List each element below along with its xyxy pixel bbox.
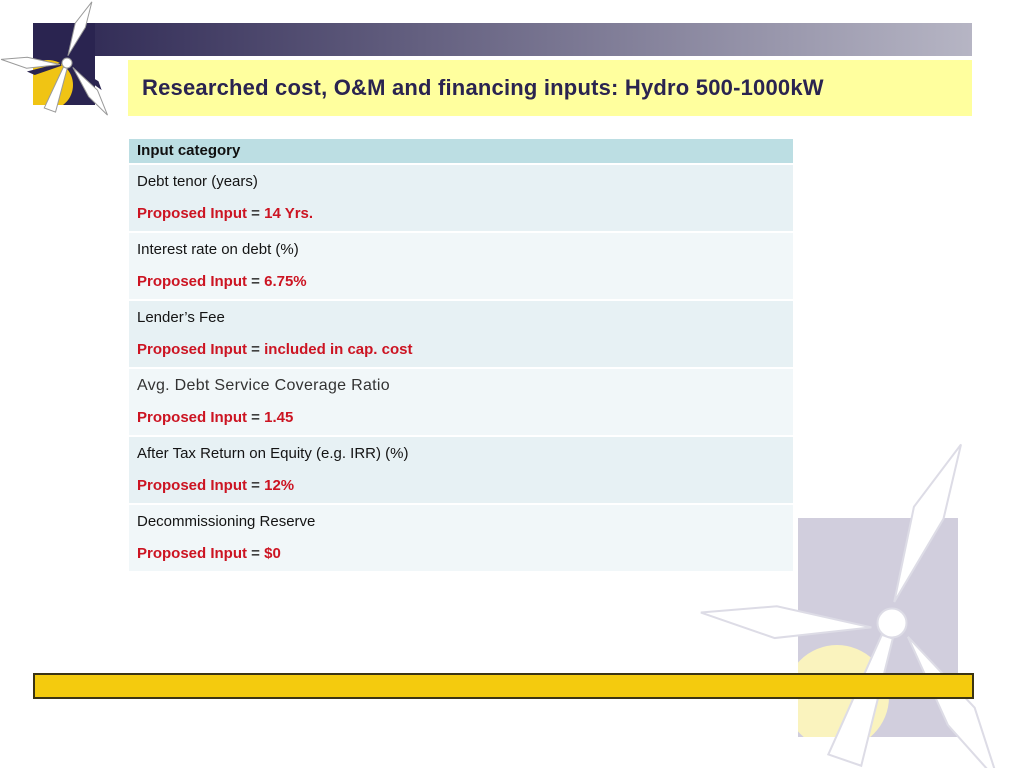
proposed-equals: = — [247, 409, 265, 426]
table-row: After Tax Return on Equity (e.g. IRR) (%… — [129, 437, 793, 503]
proposed-value: included in cap. cost — [264, 341, 413, 358]
row-category: Debt tenor (years) — [137, 173, 258, 190]
proposed-equals: = — [247, 273, 265, 290]
slide-title: Researched cost, O&M and financing input… — [142, 75, 824, 100]
row-proposed-input: Proposed Input = 6.75% — [137, 273, 783, 290]
table-header: Input category — [129, 139, 793, 163]
row-proposed-input: Proposed Input = included in cap. cost — [137, 341, 783, 358]
proposed-label: Proposed Input — [137, 273, 247, 290]
table-row: Interest rate on debt (%) Proposed Input… — [129, 233, 793, 299]
proposed-label: Proposed Input — [137, 477, 247, 494]
proposed-label: Proposed Input — [137, 205, 247, 222]
slide: Researched cost, O&M and financing input… — [0, 0, 1024, 768]
proposed-label: Proposed Input — [137, 341, 247, 358]
top-gradient-bar — [33, 23, 972, 56]
bottom-gold-bar — [33, 673, 974, 699]
row-proposed-input: Proposed Input = 1.45 — [137, 409, 783, 426]
row-category: Interest rate on debt (%) — [137, 241, 299, 258]
proposed-label: Proposed Input — [137, 545, 247, 562]
proposed-equals: = — [247, 341, 265, 358]
table-row: Debt tenor (years) Proposed Input = 14 Y… — [129, 165, 793, 231]
proposed-value: 12% — [264, 477, 295, 494]
table-row: Lender’s Fee Proposed Input = included i… — [129, 301, 793, 367]
row-category: After Tax Return on Equity (e.g. IRR) (%… — [137, 445, 409, 462]
proposed-equals: = — [247, 545, 265, 562]
proposed-value: 6.75% — [264, 273, 307, 290]
table-row: Decommissioning Reserve Proposed Input =… — [129, 505, 793, 571]
input-table: Input category Debt tenor (years) Propos… — [129, 139, 793, 571]
proposed-label: Proposed Input — [137, 409, 247, 426]
title-banner: Researched cost, O&M and financing input… — [128, 60, 972, 116]
row-proposed-input: Proposed Input = 12% — [137, 477, 783, 494]
row-category: Avg. Debt Service Coverage Ratio — [137, 377, 390, 394]
row-category: Lender’s Fee — [137, 309, 225, 326]
proposed-equals: = — [247, 477, 265, 494]
table-row: Avg. Debt Service Coverage Ratio Propose… — [129, 369, 793, 435]
proposed-value: $0 — [264, 545, 281, 562]
row-proposed-input: Proposed Input = $0 — [137, 545, 783, 562]
row-proposed-input: Proposed Input = 14 Yrs. — [137, 205, 783, 222]
proposed-equals: = — [247, 205, 265, 222]
proposed-value: 14 Yrs. — [264, 205, 314, 222]
row-category: Decommissioning Reserve — [137, 513, 316, 530]
input-table-body: Debt tenor (years) Proposed Input = 14 Y… — [129, 165, 793, 571]
proposed-value: 1.45 — [264, 409, 294, 426]
wind-turbine-icon — [0, 1, 108, 116]
watermark-square — [798, 518, 958, 737]
